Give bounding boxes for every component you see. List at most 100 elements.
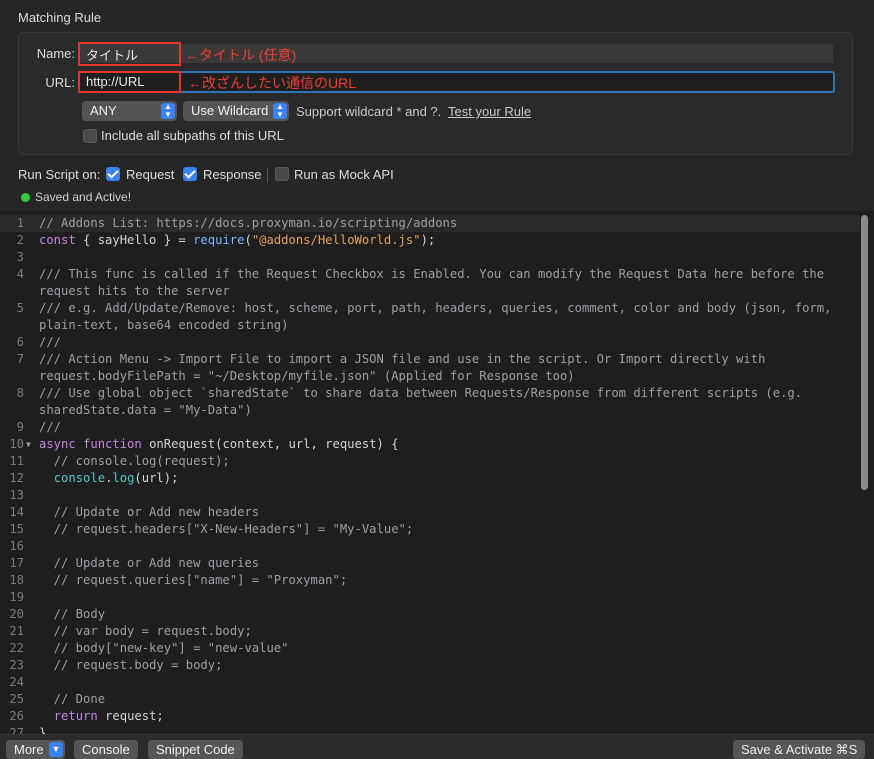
code-line[interactable]: 27} bbox=[0, 725, 860, 734]
section-title: Matching Rule bbox=[18, 10, 102, 25]
console-button[interactable]: Console bbox=[74, 740, 138, 759]
line-number: 1 bbox=[16, 216, 24, 230]
code-line[interactable]: 14 // Update or Add new headers bbox=[0, 504, 860, 521]
code-line[interactable]: plain-text, base64 encoded string) bbox=[0, 317, 860, 334]
code-line[interactable]: 2 const { sayHello } = require("@addons/H… bbox=[0, 232, 860, 249]
code-line[interactable]: 1 // Addons List: https://docs.proxyman.i… bbox=[0, 215, 860, 232]
code-line[interactable]: 26 return request; bbox=[0, 708, 860, 725]
match-type-select[interactable]: Use Wildcard ▲ ▼ bbox=[183, 101, 289, 121]
run-script-label: Run Script on: bbox=[18, 167, 101, 182]
code-line[interactable]: 24 bbox=[0, 674, 860, 691]
line-number: 2 bbox=[16, 233, 24, 247]
code-text: /// Action Menu -> Import File to import… bbox=[39, 352, 766, 366]
line-number: 4 bbox=[16, 267, 24, 281]
code-line[interactable]: 12 console.log(url); bbox=[0, 470, 860, 487]
line-number: 22 bbox=[9, 641, 24, 655]
code-line[interactable]: request hits to the server bbox=[0, 283, 860, 300]
code-text: request.bodyFilePath = "~/Desktop/myfile… bbox=[39, 369, 575, 383]
response-checkbox[interactable] bbox=[183, 167, 197, 181]
line-number: 6 bbox=[16, 335, 24, 349]
line-number: 15 bbox=[9, 522, 24, 536]
code-text: return request; bbox=[53, 709, 164, 723]
status-text: Saved and Active! bbox=[35, 190, 132, 204]
code-line[interactable]: 16 bbox=[0, 538, 860, 555]
code-text: // Update or Add new headers bbox=[39, 505, 260, 519]
subpaths-label: Include all subpaths of this URL bbox=[101, 128, 284, 143]
line-number: 16 bbox=[9, 539, 24, 553]
code-text: // request.headers["X-New-Headers"] = "M… bbox=[39, 522, 414, 536]
code-line[interactable]: 18 // request.queries["name"] = "Proxyma… bbox=[0, 572, 860, 589]
more-button[interactable]: More ▼ bbox=[6, 740, 65, 759]
line-number: 25 bbox=[9, 692, 24, 706]
method-select[interactable]: ANY ▲ ▼ bbox=[82, 101, 177, 121]
line-number: 23 bbox=[9, 658, 24, 672]
method-select-value: ANY bbox=[90, 103, 117, 118]
code-line[interactable]: request.bodyFilePath = "~/Desktop/myfile… bbox=[0, 368, 860, 385]
editor-scrollbar[interactable] bbox=[861, 215, 868, 490]
code-line[interactable]: 22 // body["new-key"] = "new-value" bbox=[0, 640, 860, 657]
snippet-code-button[interactable]: Snippet Code bbox=[148, 740, 243, 759]
test-rule-link[interactable]: Test your Rule bbox=[448, 104, 531, 119]
code-text: /// e.g. Add/Update/Remove: host, scheme… bbox=[39, 301, 832, 315]
request-checkbox[interactable] bbox=[106, 167, 120, 181]
code-line[interactable]: 21 // var body = request.body; bbox=[0, 623, 860, 640]
line-number: 20 bbox=[9, 607, 24, 621]
code-line[interactable]: 20 // Body bbox=[0, 606, 860, 623]
line-number: 7 bbox=[16, 352, 24, 366]
line-number: 18 bbox=[9, 573, 24, 587]
line-number: 11 bbox=[9, 454, 24, 468]
code-text: // request.body = body; bbox=[39, 658, 223, 672]
code-line[interactable]: 6 /// bbox=[0, 334, 860, 351]
code-text: sharedState.data = "My-Data") bbox=[39, 403, 252, 417]
code-line[interactable]: 10 ▼ async function onRequest(context, url… bbox=[0, 436, 860, 453]
mock-api-label: Run as Mock API bbox=[294, 167, 394, 182]
mock-api-checkbox[interactable] bbox=[275, 167, 289, 181]
code-text: // Update or Add new queries bbox=[39, 556, 260, 570]
code-text: // console.log(request); bbox=[39, 454, 230, 468]
code-line[interactable]: 11 // console.log(request); bbox=[0, 453, 860, 470]
code-text: // request.queries["name"] = "Proxyman"; bbox=[39, 573, 348, 587]
code-line[interactable]: 17 // Update or Add new queries bbox=[0, 555, 860, 572]
code-line[interactable]: 25 // Done bbox=[0, 691, 860, 708]
url-annotation: ←改ざんしたい通信のURL bbox=[188, 75, 357, 91]
code-line[interactable]: 9 /// bbox=[0, 419, 860, 436]
save-activate-button[interactable]: Save & Activate ⌘S bbox=[733, 740, 866, 759]
chevron-updown-icon: ▲ ▼ bbox=[161, 103, 175, 119]
status-indicator-icon bbox=[21, 193, 30, 202]
code-line[interactable]: 15 // request.headers["X-New-Headers"] =… bbox=[0, 521, 860, 538]
code-line[interactable]: 3 bbox=[0, 249, 860, 266]
code-line[interactable]: 19 bbox=[0, 589, 860, 606]
code-text: async function onRequest(context, url, r… bbox=[39, 437, 399, 451]
code-text: console.log(url); bbox=[53, 471, 179, 485]
code-line[interactable]: 13 bbox=[0, 487, 860, 504]
code-text: // var body = request.body; bbox=[39, 624, 252, 638]
divider bbox=[267, 168, 268, 182]
code-line[interactable]: 23 // request.body = body; bbox=[0, 657, 860, 674]
fold-arrow-icon[interactable]: ▼ bbox=[26, 436, 31, 453]
name-label: Name: bbox=[36, 46, 75, 61]
code-text: request hits to the server bbox=[39, 284, 230, 298]
line-number: 5 bbox=[16, 301, 24, 315]
matching-rule-panel: Matching Rule Name: タイトル ←タイトル (任意) URL:… bbox=[0, 0, 874, 211]
code-text: /// bbox=[39, 335, 62, 349]
line-number: 8 bbox=[16, 386, 24, 400]
line-number: 13 bbox=[9, 488, 24, 502]
code-line[interactable]: 7 /// Action Menu -> Import File to impor… bbox=[0, 351, 860, 368]
line-number: 12 bbox=[9, 471, 24, 485]
code-text: } bbox=[39, 726, 47, 734]
subpaths-checkbox[interactable] bbox=[83, 129, 97, 143]
line-number: 21 bbox=[9, 624, 24, 638]
bottom-toolbar: More ▼ Console Snippet Code Save & Activ… bbox=[0, 734, 874, 759]
code-line[interactable]: 4 /// This func is called if the Request … bbox=[0, 266, 860, 283]
name-annotation: ←タイトル (任意) bbox=[185, 47, 297, 63]
response-label: Response bbox=[203, 167, 262, 182]
code-text: // Done bbox=[39, 692, 106, 706]
line-number: 26 bbox=[9, 709, 24, 723]
chevron-down-icon: ▼ bbox=[49, 742, 63, 757]
code-text: /// bbox=[39, 420, 62, 434]
code-line[interactable]: sharedState.data = "My-Data") bbox=[0, 402, 860, 419]
code-editor[interactable]: 1 // Addons List: https://docs.proxyman.i… bbox=[0, 212, 874, 734]
code-line[interactable]: 5 /// e.g. Add/Update/Remove: host, schem… bbox=[0, 300, 860, 317]
code-line[interactable]: 8 /// Use global object `sharedState` to … bbox=[0, 385, 860, 402]
code-text: plain-text, base64 encoded string) bbox=[39, 318, 289, 332]
